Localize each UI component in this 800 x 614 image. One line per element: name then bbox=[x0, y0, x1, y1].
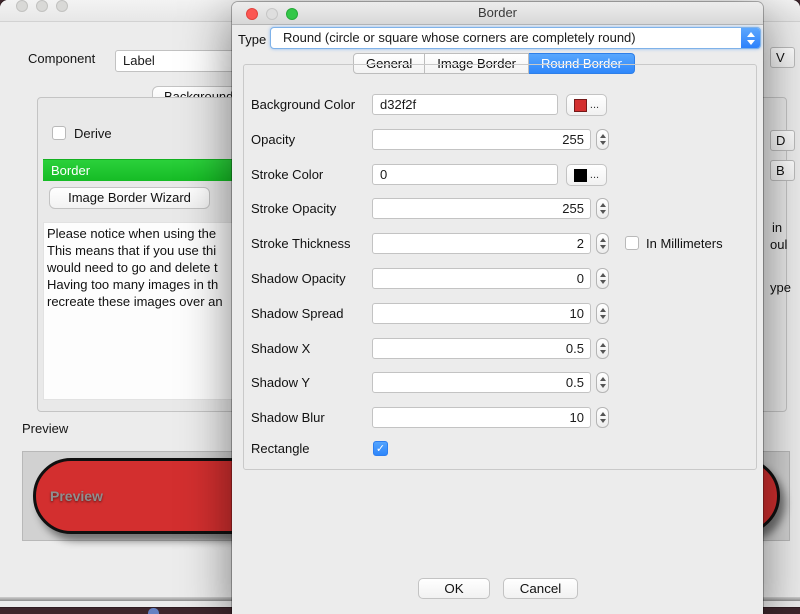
stroke-thickness-label: Stroke Thickness bbox=[251, 233, 350, 255]
border-dialog: Border Type Round (circle or square whos… bbox=[232, 2, 763, 614]
form-row-shadow-y: Shadow Y 0.5 bbox=[244, 372, 756, 394]
shadow-opacity-input[interactable]: 0 bbox=[372, 268, 591, 289]
stroke-color-swatch-icon bbox=[574, 169, 587, 182]
stepper-up-icon bbox=[600, 203, 606, 207]
shadow-blur-input[interactable]: 10 bbox=[372, 407, 591, 428]
opacity-label: Opacity bbox=[251, 129, 295, 151]
clipped-text-1: in bbox=[772, 220, 782, 235]
dialog-title: Border bbox=[232, 2, 763, 24]
stepper-down-icon bbox=[600, 245, 606, 249]
shadow-x-label: Shadow X bbox=[251, 338, 310, 360]
stroke-thickness-stepper[interactable] bbox=[596, 233, 609, 254]
background-color-picker-button[interactable]: ... bbox=[566, 94, 607, 116]
stroke-opacity-input[interactable]: 255 bbox=[372, 198, 591, 219]
stroke-color-input[interactable]: 0 bbox=[372, 164, 558, 185]
form-row-shadow-x: Shadow X 0.5 bbox=[244, 338, 756, 360]
stepper-down-icon bbox=[600, 315, 606, 319]
stroke-opacity-stepper[interactable] bbox=[596, 198, 609, 219]
dialog-titlebar[interactable]: Border bbox=[232, 2, 763, 25]
form-row-background-color: Background Color d32f2f... bbox=[244, 94, 756, 116]
shadow-x-stepper[interactable] bbox=[596, 338, 609, 359]
rectangle-checkbox[interactable]: ✓ bbox=[373, 441, 388, 456]
stepper-down-icon bbox=[600, 141, 606, 145]
form-row-opacity: Opacity 255 bbox=[244, 129, 756, 151]
screen: Component Label Background Derive Border… bbox=[0, 0, 800, 614]
opacity-stepper[interactable] bbox=[596, 129, 609, 150]
ok-button[interactable]: OK bbox=[418, 578, 490, 599]
form-row-stroke-opacity: Stroke Opacity 255 bbox=[244, 198, 756, 220]
component-label: Component bbox=[28, 51, 95, 66]
stepper-up-icon bbox=[600, 308, 606, 312]
type-label: Type bbox=[238, 29, 266, 51]
minimize-icon[interactable] bbox=[36, 0, 48, 12]
shadow-spread-label: Shadow Spread bbox=[251, 303, 344, 325]
stepper-down-icon bbox=[600, 280, 606, 284]
clipped-bottom-widget bbox=[148, 608, 159, 614]
clipped-button-b[interactable]: B bbox=[770, 160, 795, 181]
shadow-y-label: Shadow Y bbox=[251, 372, 310, 394]
stepper-up-icon bbox=[600, 343, 606, 347]
shadow-x-input[interactable]: 0.5 bbox=[372, 338, 591, 359]
form-row-shadow-spread: Shadow Spread 10 bbox=[244, 303, 756, 325]
clipped-button-v[interactable]: V bbox=[770, 47, 795, 68]
background-color-input[interactable]: d32f2f bbox=[372, 94, 558, 115]
form-row-rectangle: Rectangle ✓ bbox=[244, 438, 756, 460]
rectangle-label: Rectangle bbox=[251, 438, 310, 460]
ellipsis-icon: ... bbox=[590, 170, 599, 180]
close-icon[interactable] bbox=[16, 0, 28, 12]
shadow-blur-stepper[interactable] bbox=[596, 407, 609, 428]
stepper-down-icon bbox=[600, 210, 606, 214]
stepper-up-icon bbox=[600, 134, 606, 138]
background-color-label: Background Color bbox=[251, 94, 355, 116]
shadow-y-input[interactable]: 0.5 bbox=[372, 372, 591, 393]
preview-section-label: Preview bbox=[22, 421, 68, 436]
form-row-stroke-thickness: Stroke Thickness 2 In Millimeters bbox=[244, 233, 756, 255]
round-border-panel: Background Colord32f2f...Opacity255Strok… bbox=[243, 64, 757, 470]
in-millimeters-checkbox[interactable] bbox=[625, 236, 639, 250]
shadow-y-stepper[interactable] bbox=[596, 372, 609, 393]
shadow-blur-label: Shadow Blur bbox=[251, 407, 325, 429]
shadow-opacity-stepper[interactable] bbox=[596, 268, 609, 289]
background-color-swatch-icon bbox=[574, 99, 587, 112]
derive-label: Derive bbox=[74, 126, 112, 141]
stroke-color-label: Stroke Color bbox=[251, 164, 323, 186]
stroke-opacity-label: Stroke Opacity bbox=[251, 198, 336, 220]
stepper-up-icon bbox=[600, 238, 606, 242]
cancel-button[interactable]: Cancel bbox=[503, 578, 578, 599]
stepper-up-icon bbox=[600, 273, 606, 277]
stepper-down-icon bbox=[600, 419, 606, 423]
form-row-shadow-blur: Shadow Blur 10 bbox=[244, 407, 756, 429]
ellipsis-icon: ... bbox=[590, 100, 599, 110]
type-combobox-value: Round (circle or square whose corners ar… bbox=[283, 30, 636, 45]
clipped-text-3: ype bbox=[770, 280, 791, 295]
stroke-color-picker-button[interactable]: ... bbox=[566, 164, 607, 186]
stepper-down-icon bbox=[600, 384, 606, 388]
shadow-opacity-label: Shadow Opacity bbox=[251, 268, 346, 290]
stepper-up-icon bbox=[600, 377, 606, 381]
in-millimeters-label: In Millimeters bbox=[646, 233, 723, 255]
preview-shape-label: Preview bbox=[50, 488, 103, 504]
component-combobox[interactable]: Label bbox=[115, 50, 240, 72]
stroke-thickness-input[interactable]: 2 bbox=[372, 233, 591, 254]
clipped-button-d[interactable]: D bbox=[770, 130, 795, 151]
zoom-icon[interactable] bbox=[56, 0, 68, 12]
derive-checkbox[interactable] bbox=[52, 126, 66, 140]
clipped-text-2: oul bbox=[770, 237, 787, 252]
stepper-up-icon bbox=[600, 412, 606, 416]
shadow-spread-input[interactable]: 10 bbox=[372, 303, 591, 324]
opacity-input[interactable]: 255 bbox=[372, 129, 591, 150]
image-border-wizard-button[interactable]: Image Border Wizard bbox=[49, 187, 210, 209]
form-row-stroke-color: Stroke Color 0... bbox=[244, 164, 756, 186]
form-row-shadow-opacity: Shadow Opacity 0 bbox=[244, 268, 756, 290]
type-combobox[interactable]: Round (circle or square whose corners ar… bbox=[270, 27, 761, 49]
combobox-stepper-icon[interactable] bbox=[741, 27, 761, 49]
stepper-down-icon bbox=[600, 350, 606, 354]
shadow-spread-stepper[interactable] bbox=[596, 303, 609, 324]
